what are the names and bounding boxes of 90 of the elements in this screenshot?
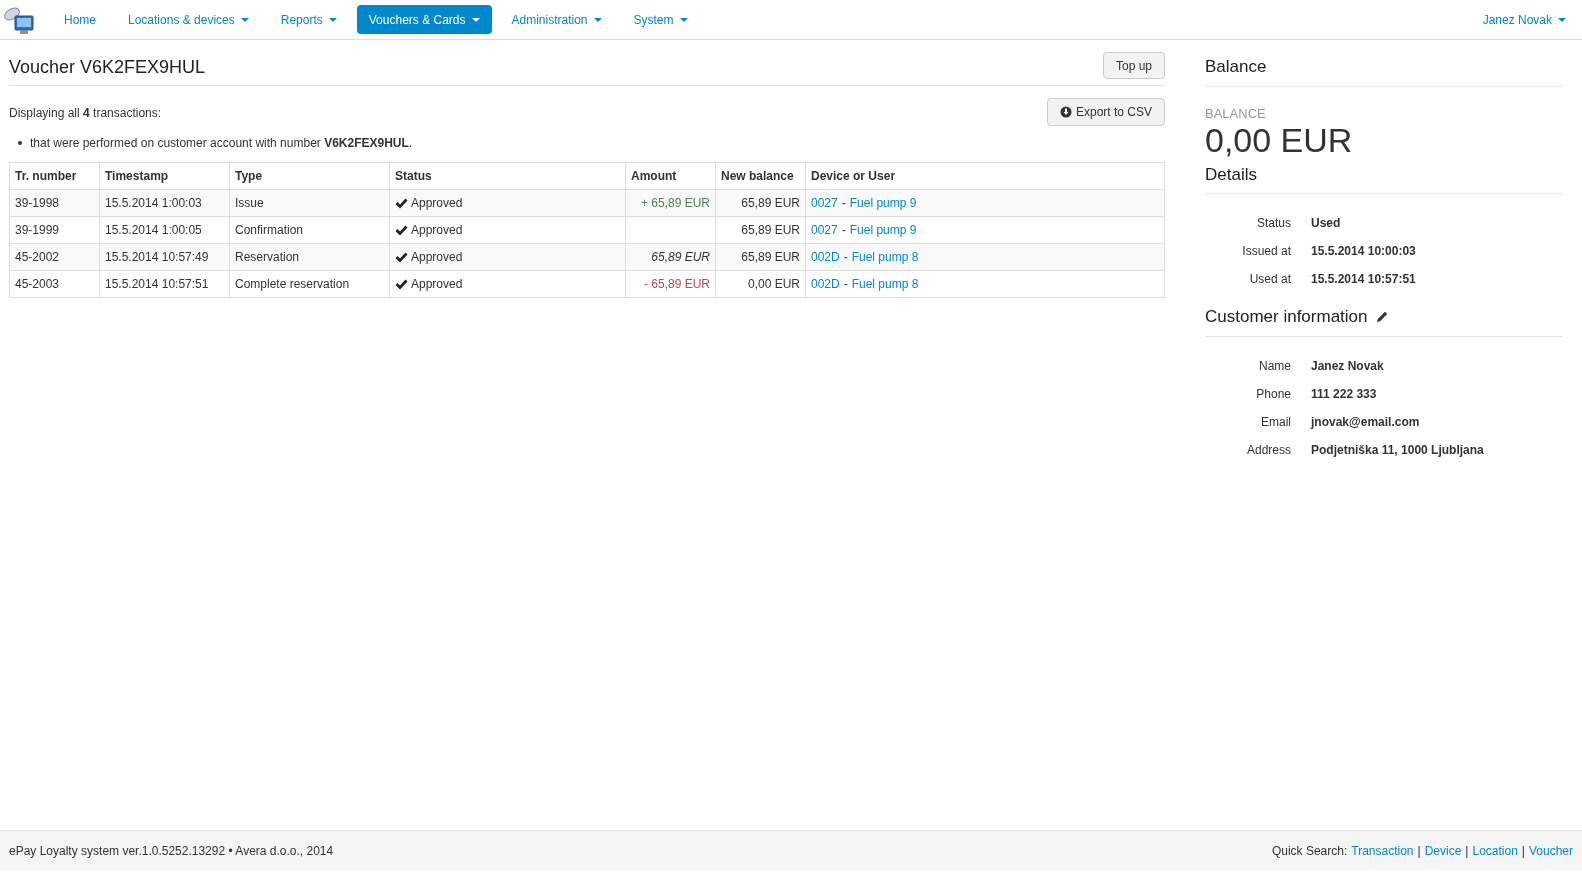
table-cell: 15.5.2014 1:00:03 [99, 189, 230, 217]
quick-search-link[interactable]: Voucher [1528, 841, 1573, 860]
user-menu[interactable]: Janez Novak [1482, 10, 1566, 29]
amount-text: + 65,89 EUR [640, 196, 710, 210]
separator-text: - [843, 276, 848, 293]
table-cell: Issue [229, 189, 390, 217]
quick-search-link[interactable]: Transaction [1351, 841, 1414, 860]
column-header: Timestamp [99, 162, 230, 190]
detail-label: Name [1258, 357, 1291, 375]
column-header: New balance [715, 162, 806, 190]
quick-search-link[interactable]: Location [1472, 841, 1518, 860]
bullet-icon [18, 141, 22, 145]
detail-label: Used at [1248, 271, 1291, 288]
page-title: Voucher V6K2FEX9HUL [9, 56, 206, 79]
device-code-link[interactable]: 002D [811, 275, 840, 293]
balance-label: BALANCE [1205, 106, 1267, 120]
separator-text: - [841, 222, 846, 239]
detail-value: Podjetniška 11, 1000 Ljubljana [1311, 441, 1485, 459]
detail-value: Used [1311, 215, 1342, 232]
footer-text: ePay Loyalty system ver.1.0.5252.13292 • Avera d.o.o., 2014 [9, 842, 334, 860]
table-cell: Confirmation [229, 216, 390, 244]
section-heading: Details [1205, 156, 1563, 194]
detail-label: Email [1260, 413, 1291, 431]
check-icon [395, 224, 408, 236]
device-name-link[interactable]: Fuel pump 9 [849, 221, 917, 239]
column-header: Status [389, 162, 626, 190]
column-header: Type [229, 162, 390, 190]
column-header: Device or User [805, 162, 1165, 190]
detail-value: Janez Novak [1311, 357, 1385, 375]
device-name-link[interactable]: Fuel pump 9 [849, 194, 917, 212]
detail-value: jnovak@email.com [1311, 413, 1421, 431]
quick-search-label: Quick Search: [1271, 842, 1348, 860]
status-text: Approved [411, 222, 463, 239]
status-text: Approved [411, 249, 463, 266]
device-code-link[interactable]: 0027 [811, 221, 838, 239]
table-cell: 45-2003 [9, 270, 100, 298]
nav-tab[interactable]: Reports [268, 5, 349, 34]
table-cell: 15.5.2014 1:00:05 [99, 216, 230, 244]
section-heading: Balance [1205, 46, 1563, 87]
detail-label: Status [1255, 215, 1291, 232]
section-heading: Customer information [1205, 306, 1368, 328]
quick-search-link[interactable]: Device [1424, 841, 1462, 860]
export-csv-button[interactable]: Export to CSV [1046, 98, 1165, 126]
device-name-link[interactable]: Fuel pump 8 [851, 275, 919, 293]
check-icon [395, 251, 408, 263]
table-cell: 39-1998 [9, 189, 100, 217]
nav-tab[interactable]: System [621, 5, 700, 34]
separator-text: - [843, 249, 848, 266]
detail-label: Phone [1255, 385, 1291, 403]
column-header: Amount [625, 162, 716, 190]
separator-text: | [1465, 842, 1469, 860]
nav-tab[interactable]: Locations & devices [116, 5, 261, 34]
detail-label: Address [1245, 441, 1291, 459]
table-cell: 65,89 EUR [715, 189, 806, 217]
filter-text: that were performed on customer account with number V6K2FEX9HUL. [30, 135, 413, 152]
top-up-button[interactable]: Top up [1102, 52, 1165, 79]
detail-value: 15.5.2014 10:00:03 [1311, 243, 1417, 260]
column-header: Tr. number [9, 162, 100, 190]
table-cell: 39-1999 [9, 216, 100, 244]
pencil-edit-icon[interactable] [1375, 310, 1388, 323]
nav-tab[interactable]: Administration [499, 5, 614, 34]
separator-text: - [841, 195, 846, 212]
detail-label: Issued at [1241, 243, 1291, 260]
check-icon [395, 278, 408, 290]
table-cell: 65,89 EUR [715, 216, 806, 244]
device-code-link[interactable]: 0027 [811, 194, 838, 212]
detail-value: 15.5.2014 10:57:51 [1311, 271, 1417, 288]
status-text: Approved [411, 195, 463, 212]
device-name-link[interactable]: Fuel pump 8 [851, 248, 919, 266]
amount-text: 65,89 EUR [651, 250, 710, 264]
detail-value: 111 222 333 [1311, 385, 1378, 403]
download-circle-icon [1059, 106, 1072, 118]
amount-text: - 65,89 EUR [643, 277, 710, 291]
status-text: Approved [411, 276, 463, 293]
separator-text: | [1521, 842, 1525, 860]
table-cell: 45-2002 [9, 243, 100, 271]
table-cell: 15.5.2014 10:57:49 [99, 243, 230, 271]
separator-text: | [1417, 842, 1421, 860]
table-cell: Reservation [229, 243, 390, 271]
check-icon [395, 197, 408, 209]
balance-value: 0,00 EUR [1205, 122, 1354, 157]
nav-tab[interactable]: Vouchers & Cards [356, 5, 492, 34]
nav-tab[interactable]: Home [52, 5, 108, 34]
table-cell: 0,00 EUR [715, 270, 806, 298]
device-code-link[interactable]: 002D [811, 248, 840, 266]
summary-text: Displaying all 4 transactions: [9, 105, 163, 122]
table-cell: 15.5.2014 10:57:51 [99, 270, 230, 298]
caret-icon [1558, 17, 1566, 22]
table-cell: 65,89 EUR [715, 243, 806, 271]
table-cell: Complete reservation [229, 270, 390, 298]
